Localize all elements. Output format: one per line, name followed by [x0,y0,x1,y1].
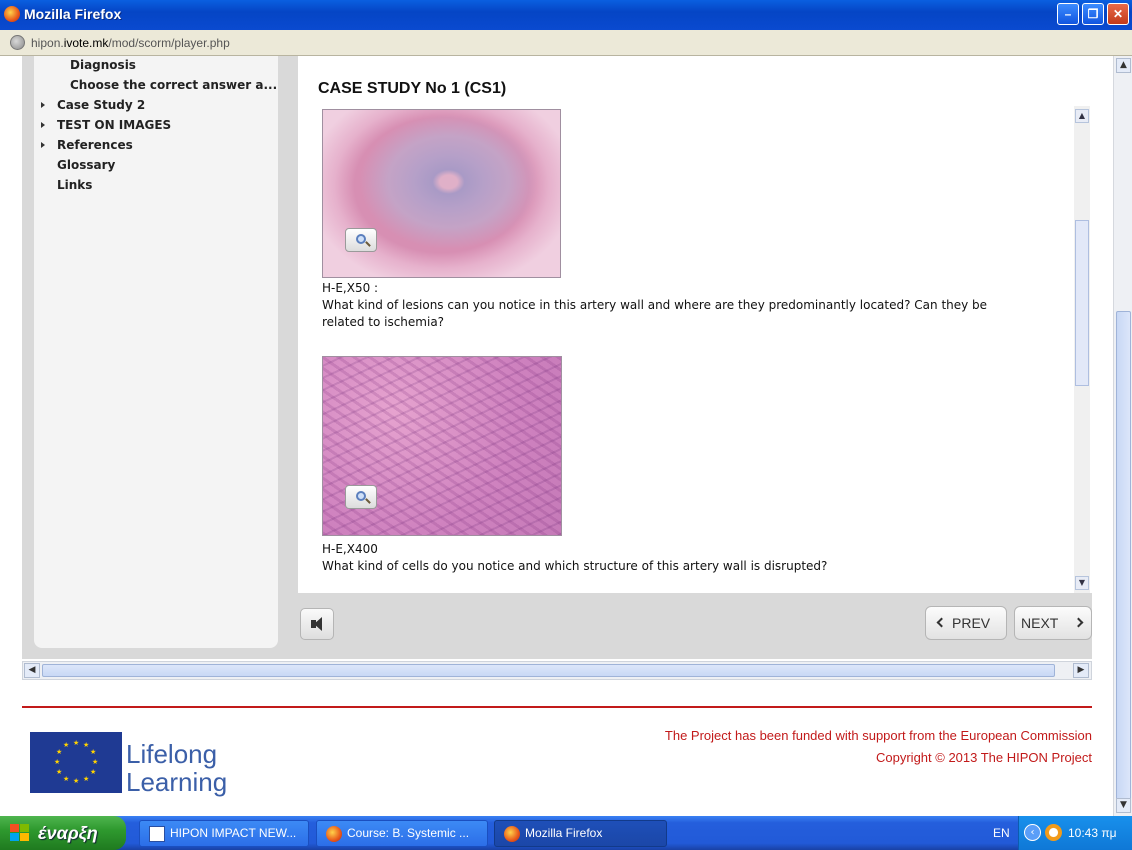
close-button[interactable]: ✕ [1107,3,1129,25]
content-frame: CASE STUDY No 1 (CS1) H-E,X50 : What kin… [298,56,1092,593]
window-title-bar[interactable]: Mozilla Firefox – ❐ ✕ [0,0,1132,30]
toc-item-references[interactable]: References [41,138,133,152]
toc-item-glossary[interactable]: Glossary [57,158,115,172]
site-identity-icon[interactable] [10,35,25,50]
lifelong-learning-logo: Lifelong Learning [126,739,228,797]
scroll-up-arrow-icon[interactable]: ▲ [1075,109,1089,123]
taskbar-item-word-document[interactable]: HIPON IMPACT NEW... [139,820,309,847]
tray-app-icon[interactable] [1045,824,1062,841]
toc-item-test-on-images[interactable]: TEST ON IMAGES [41,118,171,132]
toc-item-choose-answer[interactable]: Choose the correct answer a... [70,78,277,92]
funding-statement: The Project has been funded with support… [664,728,1092,743]
expand-arrow-icon[interactable] [41,142,45,148]
zoom-button[interactable] [345,228,377,252]
language-indicator[interactable]: EN [993,826,1010,840]
table-of-contents: Diagnosis Choose the correct answer a...… [34,56,278,648]
scroll-up-arrow-icon[interactable]: ▲ [1116,58,1131,73]
scrollbar-thumb[interactable] [42,664,1055,677]
address-bar[interactable]: hipon.ivote.mk/mod/scorm/player.php [0,30,1132,56]
footer-divider [22,706,1092,708]
page-viewport: Diagnosis Choose the correct answer a...… [0,56,1113,816]
firefox-icon [504,826,520,842]
copyright-text: Copyright © 2013 The HIPON Project [876,750,1092,765]
zoom-button[interactable] [345,485,377,509]
page-title: CASE STUDY No 1 (CS1) [318,80,507,97]
next-button[interactable]: NEXT [1014,606,1092,640]
scroll-down-arrow-icon[interactable]: ▼ [1075,576,1089,590]
clock[interactable]: 10:43 πμ [1068,826,1117,840]
figure-question: What kind of cells do you notice and whi… [322,559,828,573]
prev-button[interactable]: PREV [925,606,1007,640]
eu-flag-logo: ★ ★ ★ ★ ★ ★ ★ ★ ★ ★ ★ ★ [30,732,122,793]
scroll-down-arrow-icon[interactable]: ▼ [1116,798,1131,813]
page-scrollbar[interactable]: ▲ ▼ [1113,56,1132,816]
firefox-icon [326,826,342,842]
histology-image-x50[interactable] [322,109,561,278]
audio-button[interactable] [300,608,334,640]
scrollbar-thumb[interactable] [1075,220,1089,386]
figure-label: H-E,X400 [322,542,378,556]
taskbar-item-course-window[interactable]: Course: B. Systemic ... [316,820,488,847]
windows-logo-icon [10,824,30,842]
figure-question: What kind of lesions can you notice in t… [322,298,988,329]
toc-item-case-study-2[interactable]: Case Study 2 [41,98,145,112]
taskbar-item-firefox[interactable]: Mozilla Firefox [494,820,667,847]
content-scrollbar[interactable]: ▲ ▼ [1074,106,1090,593]
url-text[interactable]: hipon.ivote.mk/mod/scorm/player.php [31,36,230,50]
window-title: Mozilla Firefox [24,6,122,22]
histology-image-x400[interactable] [322,356,562,536]
scroll-left-arrow-icon[interactable]: ◀ [24,663,40,678]
expand-arrow-icon[interactable] [41,102,45,108]
chevron-right-icon [1073,617,1084,628]
windows-taskbar: έναρξη HIPON IMPACT NEW... Course: B. Sy… [0,816,1132,850]
minimize-button[interactable]: – [1057,3,1079,25]
tray-arrow-icon[interactable]: ‹ [1024,824,1041,841]
expand-arrow-icon[interactable] [41,122,45,128]
toc-item-links[interactable]: Links [57,178,92,192]
toc-item-diagnosis[interactable]: Diagnosis [70,58,136,72]
scroll-right-arrow-icon[interactable]: ▶ [1073,663,1089,678]
figure-label: H-E,X50 : [322,281,379,295]
firefox-icon [4,6,20,22]
scrollbar-thumb[interactable] [1116,311,1131,801]
word-document-icon [149,826,165,842]
restore-button[interactable]: ❐ [1082,3,1104,25]
player-controls: PREV NEXT [298,593,1092,659]
start-button[interactable]: έναρξη [0,816,126,850]
scorm-player: Diagnosis Choose the correct answer a...… [22,56,1092,659]
chevron-left-icon [936,617,947,628]
horizontal-scrollbar[interactable]: ◀ ▶ [22,661,1092,680]
